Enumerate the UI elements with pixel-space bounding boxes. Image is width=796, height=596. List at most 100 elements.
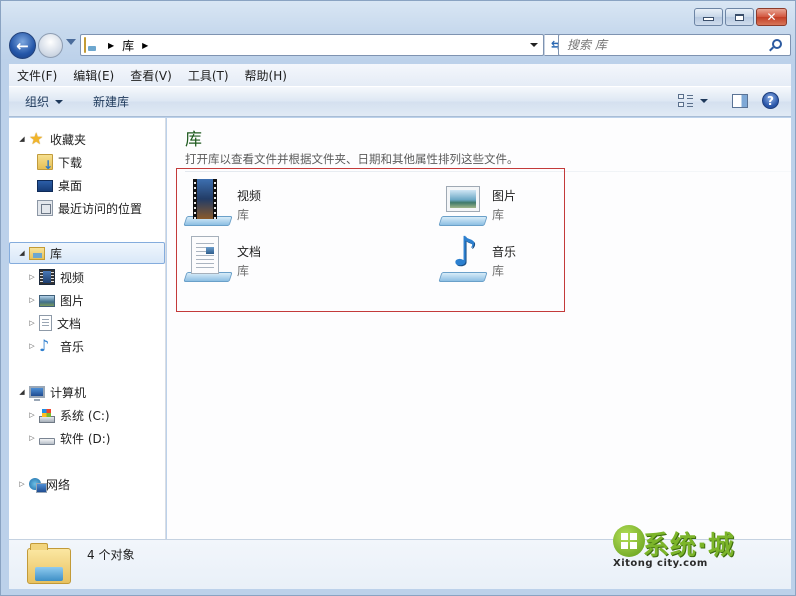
caption-buttons: ✕ bbox=[694, 8, 787, 26]
library-name: 视频 bbox=[237, 189, 262, 203]
expand-arrow-icon[interactable]: ▷ bbox=[27, 273, 37, 281]
address-bar[interactable]: ▶ 库 ▶ bbox=[80, 34, 544, 56]
sidebar-item-videos[interactable]: ▷ 视频 bbox=[27, 266, 84, 288]
library-type: 库 bbox=[492, 208, 505, 222]
new-library-label: 新建库 bbox=[93, 95, 130, 109]
expand-arrow-icon[interactable]: ▷ bbox=[17, 480, 27, 488]
sidebar-item-recent-places[interactable]: 最近访问的位置 bbox=[37, 197, 142, 219]
windows-logo-icon bbox=[613, 525, 645, 557]
organize-label: 组织 bbox=[25, 95, 50, 109]
menu-file[interactable]: 文件(F) bbox=[9, 67, 65, 84]
expand-arrow-icon[interactable]: ▷ bbox=[27, 342, 37, 350]
sidebar-item-libraries[interactable]: ◢ 库 bbox=[9, 242, 165, 264]
libraries-folder-icon bbox=[27, 543, 71, 584]
expand-arrow-icon[interactable]: ▷ bbox=[27, 296, 37, 304]
sidebar-item-label: 库 bbox=[50, 246, 63, 261]
minimize-button[interactable] bbox=[694, 8, 723, 26]
expand-arrow-icon[interactable]: ▷ bbox=[27, 411, 37, 419]
sidebar-item-label: 桌面 bbox=[58, 178, 83, 193]
menu-edit[interactable]: 编辑(E) bbox=[65, 67, 122, 84]
expand-arrow-icon[interactable]: ◢ bbox=[17, 249, 27, 257]
expand-arrow-icon[interactable]: ▷ bbox=[27, 319, 37, 327]
system-drive-icon bbox=[39, 408, 55, 423]
picture-library-icon bbox=[39, 295, 55, 307]
sidebar-item-label: 收藏夹 bbox=[50, 132, 87, 147]
library-item-music[interactable]: ♪ 音乐 库 bbox=[438, 230, 638, 286]
sidebar-item-label: 最近访问的位置 bbox=[58, 201, 143, 216]
new-library-button[interactable]: 新建库 bbox=[85, 93, 137, 110]
sidebar-item-drive-d[interactable]: ▷ 软件 (D:) bbox=[27, 427, 110, 449]
sidebar-item-network[interactable]: ▷ 网络 bbox=[17, 473, 70, 495]
chevron-down-icon bbox=[530, 43, 538, 47]
menu-help[interactable]: 帮助(H) bbox=[237, 67, 295, 84]
organize-button[interactable]: 组织 bbox=[17, 93, 71, 110]
drive-icon bbox=[39, 437, 55, 445]
sidebar-item-documents[interactable]: ▷ 文档 bbox=[27, 312, 81, 334]
expand-arrow-icon[interactable]: ▷ bbox=[27, 434, 37, 442]
maximize-button[interactable] bbox=[725, 8, 754, 26]
search-icon[interactable] bbox=[772, 39, 782, 49]
page-title: 库 bbox=[185, 130, 202, 150]
sidebar-item-downloads[interactable]: 下载 bbox=[37, 151, 82, 173]
library-type: 库 bbox=[237, 264, 250, 278]
sidebar-item-label: 下载 bbox=[58, 155, 83, 170]
preview-pane-icon[interactable] bbox=[732, 93, 748, 108]
library-name: 文档 bbox=[237, 245, 262, 259]
video-library-icon bbox=[39, 269, 55, 285]
watermark-subtitle: Xitong city.com bbox=[613, 558, 708, 569]
music-note-icon: ♪ bbox=[39, 336, 50, 355]
library-folder-icon bbox=[29, 247, 45, 260]
navigation-bar: ← ▶ 库 ▶ ⇆ bbox=[9, 31, 791, 59]
download-folder-icon bbox=[37, 154, 53, 172]
expand-arrow-icon[interactable]: ◢ bbox=[17, 135, 27, 143]
video-library-icon bbox=[183, 178, 235, 230]
navigation-pane: ◢ ★ 收藏夹 下载 桌面 最近访问的位置 ◢ 库 ▷ 视频 ▷ bbox=[9, 118, 166, 539]
forward-button[interactable] bbox=[38, 33, 63, 58]
sidebar-item-pictures[interactable]: ▷ 图片 bbox=[27, 289, 84, 311]
page-description: 打开库以查看文件并根据文件夹、日期和其他属性排列这些文件。 bbox=[185, 152, 519, 166]
library-folder-icon bbox=[84, 37, 100, 53]
help-icon[interactable]: ? bbox=[762, 92, 779, 109]
sidebar-item-drive-c[interactable]: ▷ 系统 (C:) bbox=[27, 404, 110, 426]
close-button[interactable]: ✕ bbox=[756, 8, 787, 26]
back-button[interactable]: ← bbox=[9, 32, 36, 59]
change-view-button[interactable] bbox=[678, 93, 708, 109]
recent-pages-dropdown[interactable] bbox=[66, 39, 76, 45]
command-bar: 组织 新建库 ? bbox=[9, 86, 791, 117]
search-input[interactable] bbox=[567, 38, 767, 52]
search-box bbox=[558, 34, 791, 56]
library-type: 库 bbox=[492, 264, 505, 278]
library-item-pictures[interactable]: 图片 库 bbox=[438, 178, 638, 230]
library-item-documents[interactable]: 文档 库 bbox=[183, 234, 383, 286]
document-library-icon bbox=[39, 315, 52, 331]
document-library-icon bbox=[183, 234, 235, 286]
close-icon: ✕ bbox=[766, 10, 777, 24]
recent-places-icon bbox=[37, 200, 53, 216]
library-item-videos[interactable]: 视频 库 bbox=[183, 178, 383, 230]
sidebar-item-label: 音乐 bbox=[60, 339, 85, 354]
sidebar-item-favorites[interactable]: ◢ ★ 收藏夹 bbox=[17, 128, 86, 150]
expand-arrow-icon[interactable]: ◢ bbox=[17, 388, 27, 396]
breadcrumb-separator-icon[interactable]: ▶ bbox=[108, 41, 114, 50]
address-dropdown-button[interactable] bbox=[525, 35, 543, 55]
sidebar-item-label: 计算机 bbox=[50, 385, 87, 400]
star-icon: ★ bbox=[29, 129, 44, 148]
menu-bar: 文件(F) 编辑(E) 查看(V) 工具(T) 帮助(H) bbox=[9, 64, 791, 86]
sidebar-item-music[interactable]: ▷ ♪ 音乐 bbox=[27, 335, 84, 357]
explorer-window: ✕ ← ▶ 库 ▶ ⇆ 文件(F) 编辑(E) 查看(V) 工具(T) 帮助(H… bbox=[0, 0, 796, 596]
sidebar-item-label: 网络 bbox=[46, 477, 71, 492]
network-icon bbox=[29, 478, 47, 493]
watermark-title: 系统·城 bbox=[643, 531, 735, 561]
breadcrumb-separator-icon[interactable]: ▶ bbox=[142, 41, 148, 50]
sidebar-item-label: 软件 (D:) bbox=[60, 431, 111, 446]
breadcrumb-item-library[interactable]: 库 bbox=[122, 37, 134, 54]
sidebar-item-computer[interactable]: ◢ 计算机 bbox=[17, 381, 86, 403]
chevron-down-icon[interactable] bbox=[700, 98, 708, 103]
sidebar-item-desktop[interactable]: 桌面 bbox=[37, 174, 82, 196]
chevron-down-icon bbox=[55, 99, 64, 104]
watermark-logo: 系统·城 Xitong city.com bbox=[613, 525, 763, 571]
sidebar-item-label: 文档 bbox=[57, 316, 82, 331]
menu-tools[interactable]: 工具(T) bbox=[180, 67, 237, 84]
menu-view[interactable]: 查看(V) bbox=[122, 67, 180, 84]
sidebar-item-label: 图片 bbox=[60, 293, 85, 308]
